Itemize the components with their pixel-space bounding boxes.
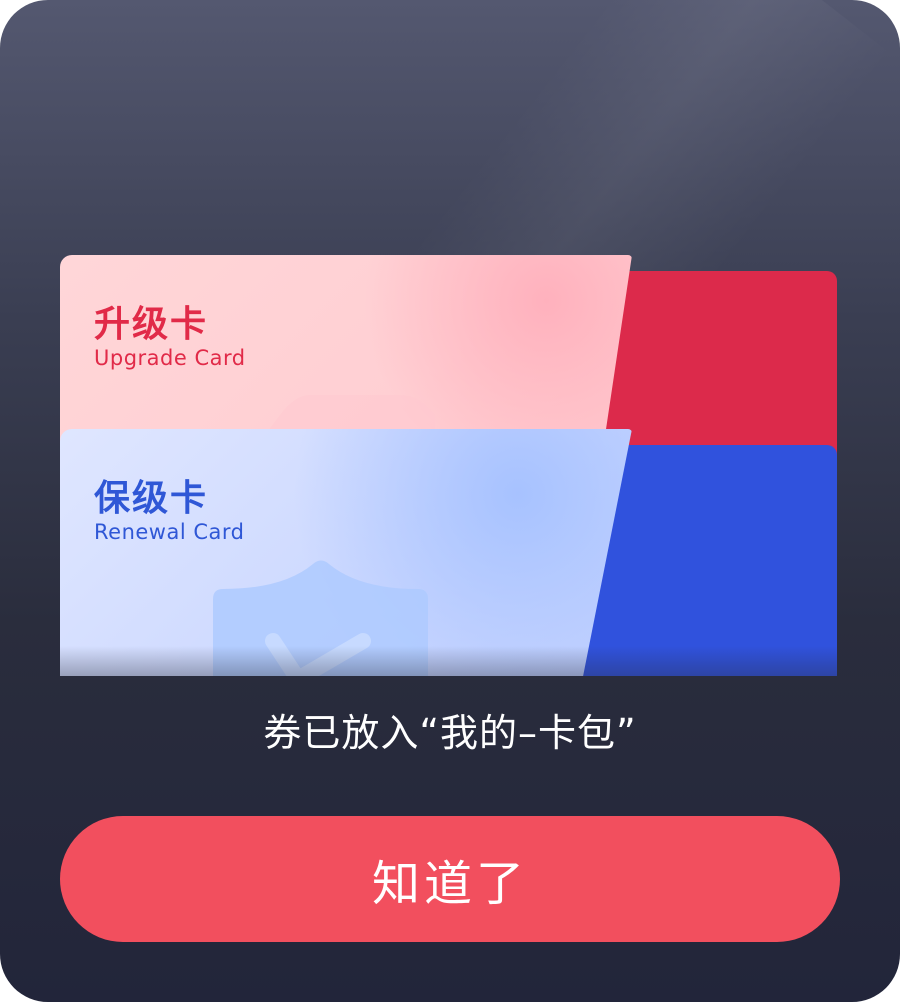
card-wallet-dialog: 升级卡 Upgrade Card 保级卡 Renewal Card 券已放入“我… <box>0 0 900 1002</box>
upgrade-card-subtitle: Upgrade Card <box>94 346 246 370</box>
renewal-card-title: 保级卡 <box>94 478 209 519</box>
renewal-card-subtitle: Renewal Card <box>94 520 245 544</box>
renewal-card: 保级卡 Renewal Card <box>60 429 632 676</box>
card-stack: 升级卡 Upgrade Card 保级卡 Renewal Card <box>0 240 900 676</box>
card-added-message: 券已放入“我的–卡包” <box>263 711 637 755</box>
upgrade-card-title: 升级卡 <box>94 304 209 345</box>
got-it-button[interactable]: 知道了 <box>60 816 840 942</box>
shield-check-icon <box>213 560 428 676</box>
